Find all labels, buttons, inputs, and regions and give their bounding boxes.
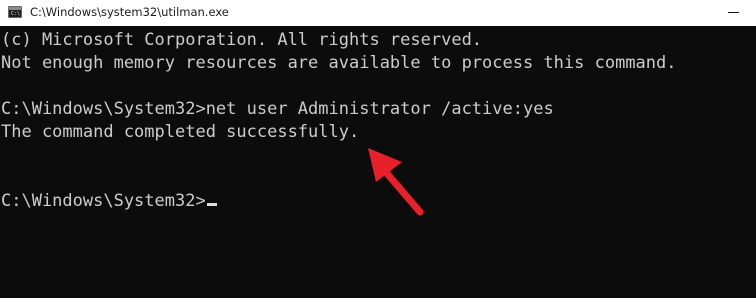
console-line: The command completed successfully. — [1, 122, 360, 142]
minimize-icon — [728, 12, 739, 13]
console-output[interactable]: (c) Microsoft Corporation. All rights re… — [0, 26, 756, 298]
window-title: C:\Windows\system32\utilman.exe — [30, 5, 229, 19]
command-prompt-window: C:\ C:\Windows\system32\utilman.exe (c) … — [0, 0, 756, 298]
console-line: C:\Windows\System32>net user Administrat… — [1, 99, 554, 119]
title-bar[interactable]: C:\ C:\Windows\system32\utilman.exe — [0, 0, 756, 26]
console-line: Not enough memory resources are availabl… — [1, 53, 677, 73]
console-line: (c) Microsoft Corporation. All rights re… — [1, 30, 483, 50]
console-prompt-line[interactable]: C:\Windows\System32> — [1, 190, 217, 213]
command-prompt: C:\Windows\System32> — [1, 191, 206, 211]
cmd-console-icon: C:\ — [8, 6, 22, 18]
text-cursor — [206, 203, 217, 206]
minimize-button[interactable] — [710, 0, 756, 26]
